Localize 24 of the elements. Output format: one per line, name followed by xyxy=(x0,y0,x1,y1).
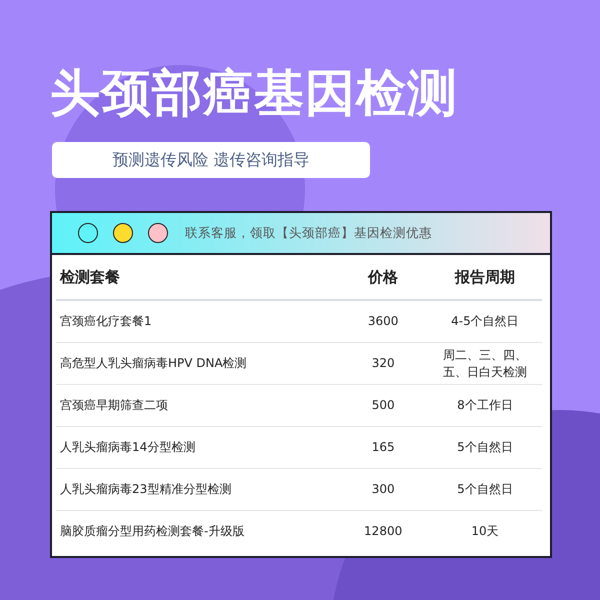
table-cell: 4-5个自然日 xyxy=(428,300,542,342)
table-cell: 5个自然日 xyxy=(428,468,542,510)
table-cell: 人乳头瘤病毒14分型检测 xyxy=(56,426,338,468)
table-cell: 500 xyxy=(338,384,428,426)
headline: 头颈部癌基因检测 xyxy=(50,63,458,124)
column-header: 价格 xyxy=(338,255,428,300)
table-cell: 高危型人乳头瘤病毒HPV DNA检测 xyxy=(56,342,338,384)
table-cell: 宫颈癌化疗套餐1 xyxy=(56,300,338,342)
table-cell: 12800 xyxy=(338,510,428,552)
table-cell: 3600 xyxy=(338,300,428,342)
table-cell: 165 xyxy=(338,426,428,468)
table-cell: 5个自然日 xyxy=(428,426,542,468)
column-header: 检测套餐 xyxy=(56,255,338,300)
promo-text: 联系客服，领取【头颈部癌】基因检测优惠 xyxy=(185,224,432,242)
table-cell: 320 xyxy=(338,342,428,384)
table-cell: 8个工作日 xyxy=(428,384,542,426)
table-cell: 周二、三、四、五、日白天检测 xyxy=(428,342,542,384)
table-cell: 宫颈癌早期筛查二项 xyxy=(56,384,338,426)
table-cell: 人乳头瘤病毒23型精准分型检测 xyxy=(56,468,338,510)
column-header: 报告周期 xyxy=(428,255,542,300)
table-cell: 300 xyxy=(338,468,428,510)
table-cell: 10天 xyxy=(428,510,542,552)
subtitle-banner: 预测遗传风险 遗传咨询指导 xyxy=(52,142,370,178)
table-cell: 脑胶质瘤分型用药检测套餐-升级版 xyxy=(56,510,338,552)
